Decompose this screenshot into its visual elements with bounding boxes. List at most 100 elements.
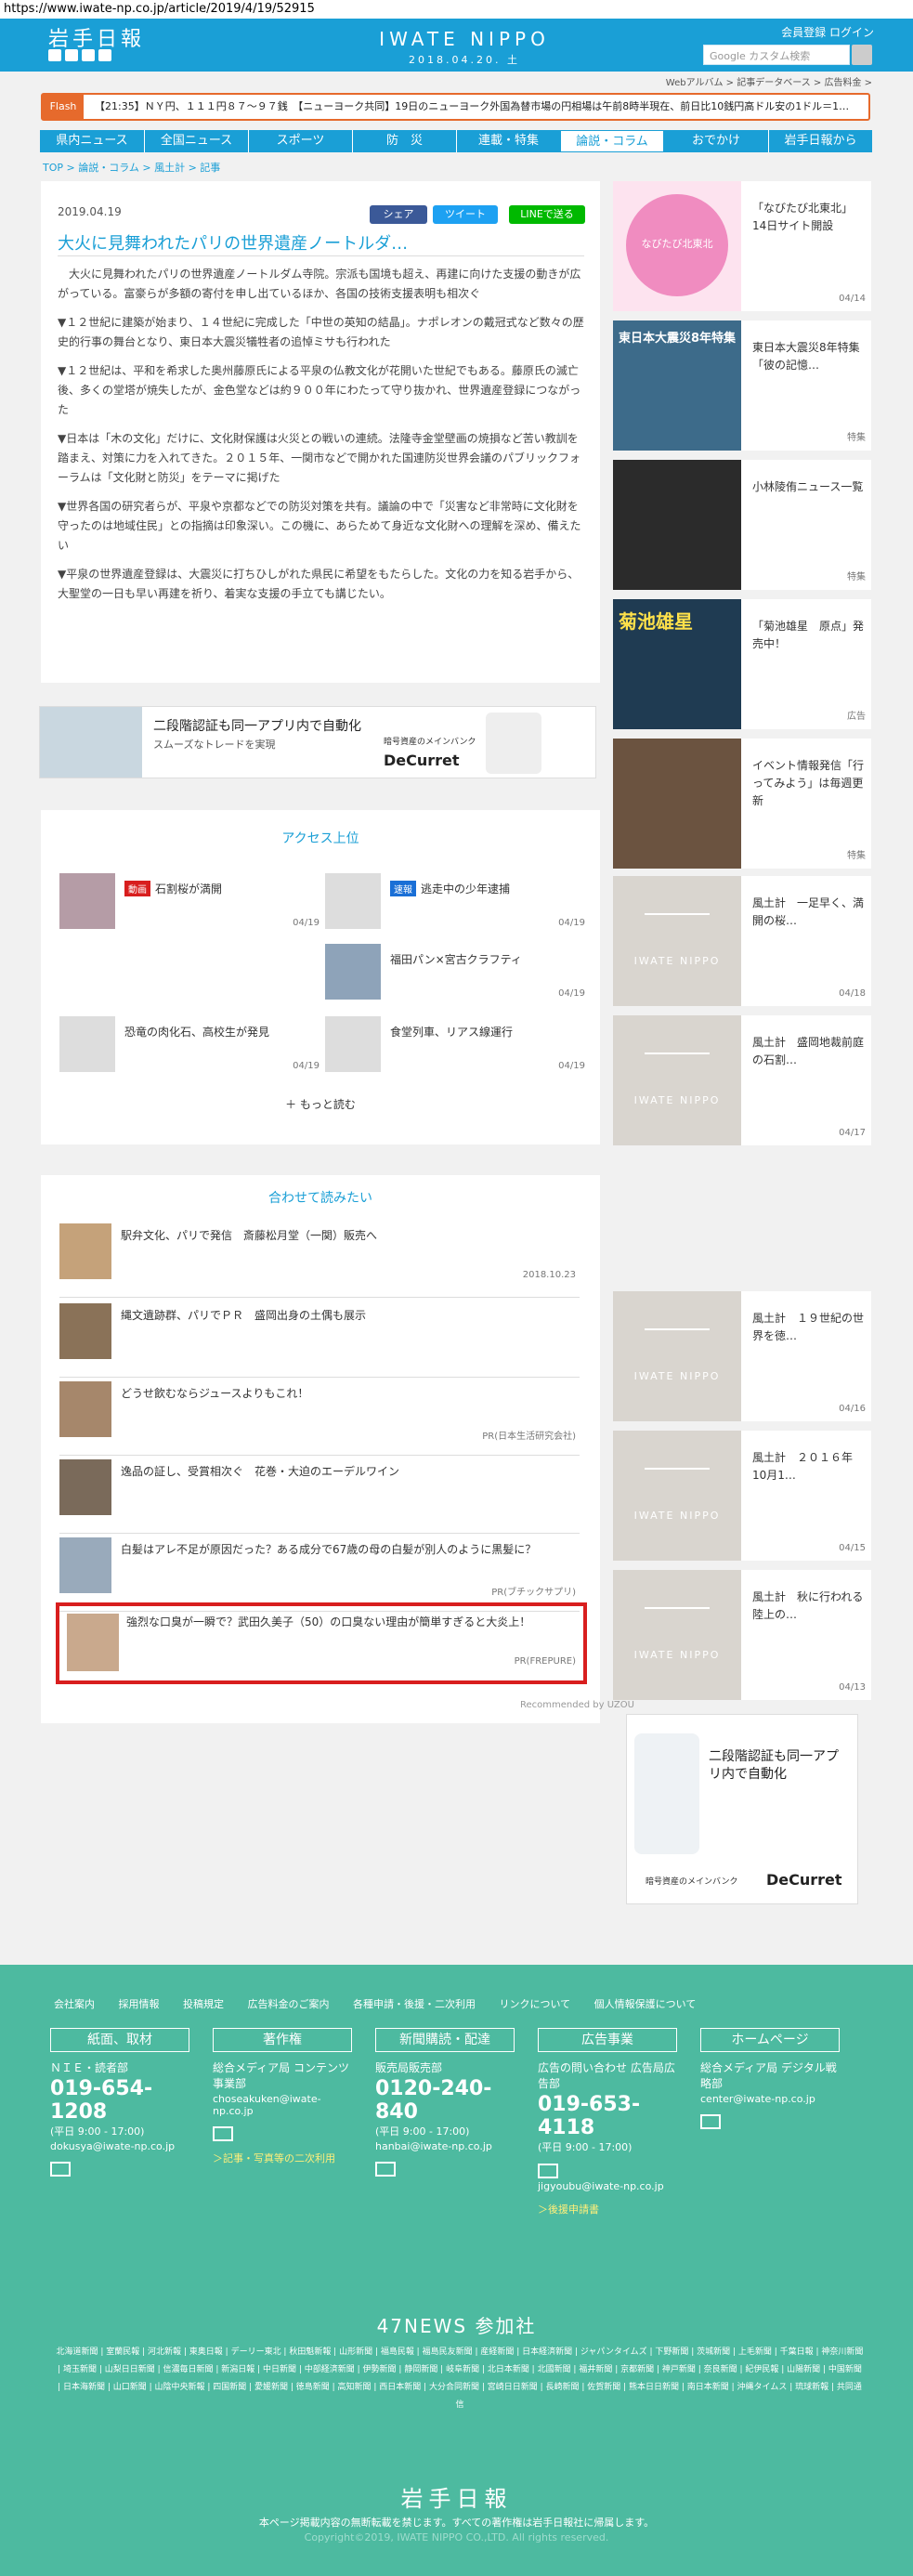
sub-links[interactable]: Webアルバム > 記事データベース > 広告料金 > xyxy=(666,74,872,88)
nav-item-national[interactable]: 全国ニュース xyxy=(144,130,248,152)
search-input[interactable]: Google カスタム検索 xyxy=(703,45,850,65)
footer-col-advertising: 広告事業 広告の問い合わせ 広告局広告部 019-653-4118 (平日 9:… xyxy=(538,2028,677,2216)
article-paragraph: ▼１２世紀に建築が始まり、１４世紀に完成した「中世の英知の結晶」。ナポレオンの戴… xyxy=(58,316,584,348)
nav-item-outing[interactable]: おでかけ xyxy=(664,130,768,152)
facebook-share-button[interactable]: シェア xyxy=(370,205,427,224)
ranking-item[interactable]: 福田パン×宮古クラフティ 04/19 xyxy=(325,944,585,1014)
footer-link[interactable]: 採用情報 xyxy=(119,1998,160,2010)
footer-mail[interactable]: dokusya@iwate-np.co.jp xyxy=(50,2140,189,2152)
sidebar-text: イベント情報発信「行ってみよう」は毎週更新 xyxy=(752,759,865,807)
member-links[interactable]: 会員登録 ログイン xyxy=(781,24,874,40)
mail-icon[interactable] xyxy=(50,2162,71,2177)
sidebar-item[interactable]: IWATE NIPPO 風土計 ２０１６年10月1… 04/15 xyxy=(613,1431,871,1561)
flash-ticker[interactable]: Flash 【21:35】ＮＹ円、１１１円８７～９７銭 【ニューヨーク共同】19… xyxy=(41,93,870,121)
footer-link[interactable]: 会社案内 xyxy=(54,1998,95,2010)
related-thumbnail xyxy=(67,1614,119,1671)
sidebar-item[interactable]: IWATE NIPPO 風土計 一足早く、満開の桜… 04/18 xyxy=(613,876,871,1006)
ad-brand: 暗号資産のメインバンク xyxy=(646,1877,738,1887)
footer-phone[interactable]: 019-654-1208 xyxy=(50,2077,189,2124)
footer-col-subscription: 新聞購読・配達 販売局販売部 0120-240-840 (平日 9:00 - 1… xyxy=(375,2028,515,2177)
breadcrumb[interactable]: TOP > 論説・コラム > 風土計 > 記事 xyxy=(43,160,220,175)
related-item[interactable]: 逸品の証し、受賞相次ぐ 花巻・大迫のエーデルワイン xyxy=(59,1459,580,1534)
footer-link[interactable]: リンクについて xyxy=(500,1998,571,2010)
plus-icon: ＋ xyxy=(285,1098,300,1111)
footer-col-head: ホームページ xyxy=(700,2028,840,2052)
nav-item-sports[interactable]: スポーツ xyxy=(248,130,352,152)
footer-link[interactable]: 広告料金のご案内 xyxy=(248,1998,330,2010)
flash-text[interactable]: 【21:35】ＮＹ円、１１１円８７～９７銭 【ニューヨーク共同】19日のニューヨ… xyxy=(95,95,866,119)
sidebar-item[interactable]: IWATE NIPPO 風土計 秋に行われる陸上の… 04/13 xyxy=(613,1570,871,1700)
tweet-button[interactable]: ツイート xyxy=(433,205,498,224)
mail-icon[interactable] xyxy=(700,2114,721,2129)
more-button[interactable]: ＋ もっと読む xyxy=(41,1096,600,1112)
sidebar-item[interactable]: 小林陵侑ニュース一覧 特集 xyxy=(613,460,871,590)
sidebar-date: 特集 xyxy=(847,572,866,582)
footer-logo[interactable]: 岩手日報 xyxy=(0,2480,913,2513)
footer-link[interactable]: 投稿規定 xyxy=(183,1998,224,2010)
nav-item-prefecture[interactable]: 県内ニュース xyxy=(40,130,144,152)
promo-image xyxy=(613,739,741,869)
footer-col-head: 著作権 xyxy=(213,2028,352,2052)
footer-phone[interactable]: 019-653-4118 xyxy=(538,2093,677,2139)
line-share-button[interactable]: LINEで送る xyxy=(509,205,585,224)
footer-sub-link[interactable]: ＞記事・写真等の二次利用 xyxy=(213,2151,352,2165)
ranking-item[interactable]: 動画 石割桜が満開 04/19 xyxy=(59,873,320,944)
footer-mail[interactable]: choseakuken@iwate-np.co.jp xyxy=(213,2093,352,2117)
nav-item-column[interactable]: 論説・コラム xyxy=(560,130,664,152)
ad-headline: 二段階認証も同一アプリ内で自動化 xyxy=(709,1749,839,1782)
mail-icon[interactable] xyxy=(213,2126,233,2141)
footer-mail[interactable]: jigyoubu@iwate-np.co.jp xyxy=(538,2180,677,2192)
nav-item-from-iwate[interactable]: 岩手日報から xyxy=(768,130,872,152)
sidebar-item[interactable]: イベント情報発信「行ってみよう」は毎週更新 特集 xyxy=(613,739,871,869)
url-bar[interactable]: https://www.iwate-np.co.jp/article/2019/… xyxy=(0,0,913,19)
sidebar-item[interactable]: 菊池雄星 「菊池雄星 原点」発売中！ 広告 xyxy=(613,599,871,729)
sidebar-item[interactable]: IWATE NIPPO 風土計 １９世紀の世界を徳… 04/16 xyxy=(613,1291,871,1421)
related-item[interactable]: どうせ飲むならジュースよりもこれ！ PR(日本生活研究会社) xyxy=(59,1381,580,1456)
site-footer: 会社案内 採用情報 投稿規定 広告料金のご案内 各種申請・後援・二次利用 リンク… xyxy=(0,1965,913,2576)
ranking-item[interactable]: 速報 逃走中の少年逮捕 04/19 xyxy=(325,873,585,944)
footer-link[interactable]: 個人情報保護について xyxy=(594,1998,697,2010)
related-item[interactable]: 駅弁文化、パリで発信 斎藤松月堂（一関）販売へ 2018.10.23 xyxy=(59,1223,580,1298)
footer-link[interactable]: 各種申請・後援・二次利用 xyxy=(353,1998,476,2010)
article-date: 2019.04.19 xyxy=(58,205,122,218)
related-text: 強烈な口臭が一瞬で？武田久美子（50）の口臭ない理由が簡単すぎると大炎上！ xyxy=(126,1615,531,1628)
placeholder-image: IWATE NIPPO xyxy=(613,1431,741,1561)
mail-icon[interactable] xyxy=(375,2162,396,2177)
facebook-icon[interactable] xyxy=(65,49,78,61)
nav-item-disaster[interactable]: 防 災 xyxy=(352,130,456,152)
site-logo[interactable]: 岩手日報 xyxy=(48,22,145,52)
ranking-item[interactable]: 食堂列車、リアス線運行 04/19 xyxy=(325,1016,585,1087)
sidebar-item[interactable]: IWATE NIPPO 風土計 盛岡地裁前庭の石割… 04/17 xyxy=(613,1015,871,1145)
nav-item-series[interactable]: 連載・特集 xyxy=(456,130,560,152)
highlighted-related-item[interactable]: 強烈な口臭が一瞬で？武田久美子（50）の口臭ない理由が簡単すぎると大炎上！ PR… xyxy=(56,1602,587,1684)
instagram-icon[interactable] xyxy=(98,49,111,61)
footer-sub-link[interactable]: ＞後援申請書 xyxy=(538,2202,677,2216)
news47-members[interactable]: 北海道新聞 | 室蘭民報 | 河北新報 | 東奥日報 | デーリー東北 | 秋田… xyxy=(56,2344,864,2414)
footer-col-dept: 販売局販売部 xyxy=(375,2061,443,2074)
mail-icon[interactable] xyxy=(538,2164,558,2178)
ranking-label: 福田パン×宮古クラフティ xyxy=(390,953,522,966)
footer-mail[interactable]: center@iwate-np.co.jp xyxy=(700,2093,840,2105)
sidebar-item[interactable]: なびたび北東北 「なびたび北東北」14日サイト開設 04/14 xyxy=(613,181,871,311)
search-button[interactable] xyxy=(852,45,872,65)
footer-col-head: 広告事業 xyxy=(538,2028,677,2052)
related-item[interactable]: 縄文遺跡群、パリでＰＲ 盛岡出身の土偶も展示 xyxy=(59,1303,580,1378)
sidebar-ad[interactable]: 二段階認証も同一アプリ内で自動化 暗号資産のメインバンク DeCurret xyxy=(626,1714,858,1904)
sidebar-item[interactable]: 東日本大震災8年特集 東日本大震災8年特集「彼の記憶… 特集 xyxy=(613,320,871,451)
brand-block[interactable]: IWATE NIPPO 2018.04.20. 土 xyxy=(372,19,557,67)
related-thumbnail xyxy=(59,1381,111,1437)
recommended-by[interactable]: Recommended by UZOU xyxy=(520,1700,634,1710)
mail-icon[interactable] xyxy=(82,49,95,61)
twitter-icon[interactable] xyxy=(48,49,61,61)
ranking-label: 食堂列車、リアス線運行 xyxy=(390,1026,514,1039)
footer-phone[interactable]: 0120-240-840 xyxy=(375,2077,515,2124)
footer-hours: (平日 9:00 - 17:00) xyxy=(538,2141,633,2153)
footer-col-head: 新聞購読・配達 xyxy=(375,2028,515,2052)
ranking-item[interactable]: 恐竜の肉化石、高校生が発見 04/19 xyxy=(59,1016,320,1087)
banner-ad[interactable]: 二段階認証も同一アプリ内で自動化 スムーズなトレードを実現 暗号資産のメインバン… xyxy=(39,706,596,778)
footer-mail[interactable]: hanbai@iwate-np.co.jp xyxy=(375,2140,515,2152)
edition-date: 2018.04.20. 土 xyxy=(409,54,520,66)
related-item[interactable]: 白髪はアレ不足が原因だった？ある成分で67歳の母の白髪が別人のように黒髪に？ P… xyxy=(59,1537,580,1612)
related-sub: PR(日本生活研究会社) xyxy=(482,1432,576,1442)
ranking-date: 04/19 xyxy=(293,918,320,928)
